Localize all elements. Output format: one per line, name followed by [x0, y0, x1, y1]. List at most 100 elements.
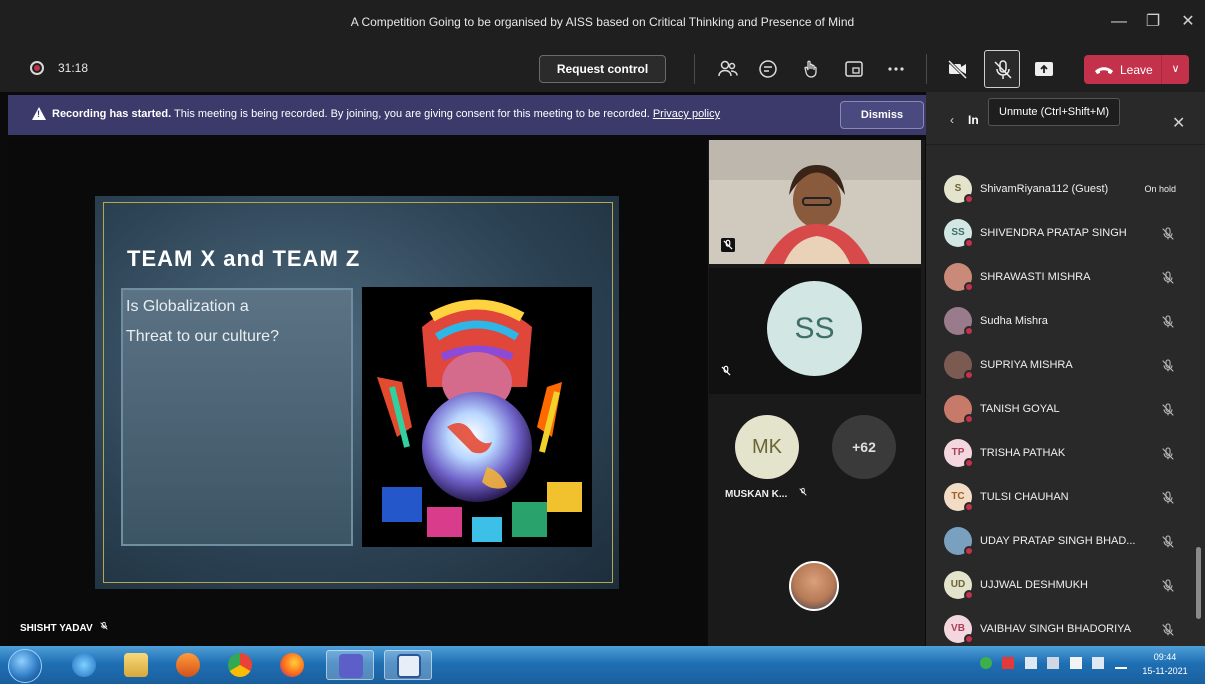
- mic-off-icon: [799, 487, 807, 496]
- phone-icon: [1095, 67, 1113, 74]
- mic-toggle-button[interactable]: [984, 50, 1020, 88]
- participant-video-tile[interactable]: [709, 140, 921, 264]
- participant-name: Sudha Mishra: [980, 315, 1048, 327]
- chrome-icon[interactable]: [216, 650, 264, 680]
- clock-date: 15-11-2021: [1142, 666, 1188, 676]
- reactions-icon[interactable]: [800, 57, 824, 81]
- mic-off-icon: [721, 365, 731, 376]
- toolbar-divider: [694, 54, 695, 84]
- teams-icon[interactable]: [326, 650, 374, 680]
- presence-status-icon: [964, 546, 974, 556]
- mic-off-icon: [100, 621, 109, 630]
- participant-row[interactable]: SHRAWASTI MISHRA: [944, 263, 1184, 293]
- chevron-down-icon[interactable]: ∨: [1161, 55, 1189, 84]
- presence-status-icon: [964, 282, 974, 292]
- explorer-icon[interactable]: [112, 650, 160, 680]
- participant-row[interactable]: VB VAIBHAV SINGH BHADORIYA: [944, 615, 1184, 645]
- dismiss-button[interactable]: Dismiss: [840, 101, 924, 129]
- camera-off-icon[interactable]: [946, 57, 970, 81]
- participant-row[interactable]: TC TULSI CHAUHAN: [944, 483, 1184, 513]
- slide-line-1: Is Globalization a: [126, 298, 249, 315]
- presence-status-icon: [964, 502, 974, 512]
- participant-status: On hold: [1144, 184, 1176, 194]
- recording-consent-text: This meeting is being recorded. By joini…: [171, 108, 653, 120]
- clock-time: 09:44: [1153, 652, 1177, 662]
- avatar: S: [944, 175, 974, 204]
- mic-off-icon: [991, 58, 1015, 82]
- participant-name: SHIVENDRA PRATAP SINGH: [980, 227, 1127, 239]
- presenter-name-label: SHISHT YADAV: [20, 623, 93, 634]
- participant-row[interactable]: TP TRISHA PATHAK: [944, 439, 1184, 469]
- participant-name: UDAY PRATAP SINGH BHAD...: [980, 535, 1136, 547]
- network-status-icon[interactable]: [980, 657, 992, 669]
- avatar: [944, 263, 974, 292]
- rooms-icon[interactable]: [842, 57, 866, 81]
- avatar-initials: UD: [950, 579, 966, 590]
- participant-name: TANISH GOYAL: [980, 403, 1060, 415]
- warning-icon: [32, 107, 46, 120]
- ie-icon[interactable]: [60, 650, 108, 680]
- avatar: TP: [944, 439, 974, 468]
- participant-name-label: MUSKAN K...: [725, 489, 788, 500]
- firefox-icon[interactable]: [268, 650, 316, 680]
- recording-indicator-icon: [30, 61, 44, 75]
- participants-icon[interactable]: [716, 57, 740, 81]
- avatar: UD: [944, 571, 974, 600]
- media-player-icon[interactable]: [164, 650, 212, 680]
- more-icon[interactable]: [884, 57, 908, 81]
- back-chevron-icon[interactable]: ‹: [950, 113, 954, 127]
- avatar-initials: VB: [951, 623, 965, 634]
- avatar: SS: [767, 281, 862, 376]
- participant-row[interactable]: UDAY PRATAP SINGH BHAD...: [944, 527, 1184, 557]
- participant-row[interactable]: S ShivamRiyana112 (Guest) On hold: [944, 175, 1184, 205]
- minimize-icon[interactable]: —: [1107, 10, 1131, 34]
- keyboard-icon[interactable]: [1092, 657, 1105, 669]
- mic-off-icon: [1162, 579, 1174, 592]
- presence-status-icon: [964, 414, 974, 424]
- participant-row[interactable]: TANISH GOYAL: [944, 395, 1184, 425]
- presence-status-icon: [964, 238, 974, 248]
- self-view-avatar[interactable]: [789, 561, 839, 611]
- participant-name: UJJWAL DESHMUKH: [980, 579, 1088, 591]
- panel-scrollbar[interactable]: [1196, 547, 1201, 619]
- avatar: VB: [944, 615, 974, 644]
- presence-status-icon: [964, 634, 974, 644]
- participant-row[interactable]: SUPRIYA MISHRA: [944, 351, 1184, 381]
- close-icon[interactable]: ✕: [1176, 10, 1200, 34]
- title-bar: A Competition Going to be organised by A…: [0, 0, 1205, 46]
- slide-title: TEAM X and TEAM Z: [127, 246, 361, 271]
- privacy-policy-link[interactable]: Privacy policy: [653, 108, 720, 120]
- presence-status-icon: [964, 590, 974, 600]
- chat-icon[interactable]: [756, 57, 780, 81]
- display-icon[interactable]: [1047, 657, 1060, 669]
- volume-icon[interactable]: [1024, 657, 1037, 669]
- mic-off-icon: [1162, 227, 1174, 240]
- avatar[interactable]: MK: [735, 415, 799, 479]
- slide-globe-image: [362, 287, 592, 547]
- more-participants-button[interactable]: +62: [832, 415, 896, 479]
- maximize-icon[interactable]: ❐: [1141, 10, 1165, 34]
- leave-label: Leave: [1120, 63, 1153, 77]
- word-icon[interactable]: [384, 650, 432, 680]
- participant-row[interactable]: UD UJJWAL DESHMUKH: [944, 571, 1184, 601]
- taskbar-clock[interactable]: 09:44 15-11-2021: [1135, 650, 1195, 678]
- mic-off-icon: [1162, 315, 1174, 328]
- leave-button[interactable]: Leave ∨: [1084, 55, 1189, 84]
- avatar: [944, 395, 974, 424]
- avatar: TC: [944, 483, 974, 512]
- signal-icon[interactable]: [1114, 661, 1127, 669]
- flag-icon[interactable]: [1069, 657, 1082, 669]
- mic-off-icon: [1162, 271, 1174, 284]
- participant-name: MUSKAN K...: [725, 487, 808, 500]
- start-button[interactable]: [8, 649, 42, 683]
- recording-title: Recording has started.: [52, 108, 172, 120]
- share-icon[interactable]: [1032, 57, 1056, 81]
- participant-name: SHRAWASTI MISHRA: [980, 271, 1091, 283]
- participant-row[interactable]: Sudha Mishra: [944, 307, 1184, 337]
- participant-row[interactable]: SS SHIVENDRA PRATAP SINGH: [944, 219, 1184, 249]
- request-control-button[interactable]: Request control: [539, 55, 666, 83]
- close-icon[interactable]: ✕: [1172, 113, 1185, 133]
- antivirus-icon[interactable]: [1002, 657, 1015, 669]
- avatar-initials: TP: [951, 447, 965, 458]
- slide-question: Is Globalization a Threat to our culture…: [126, 292, 352, 352]
